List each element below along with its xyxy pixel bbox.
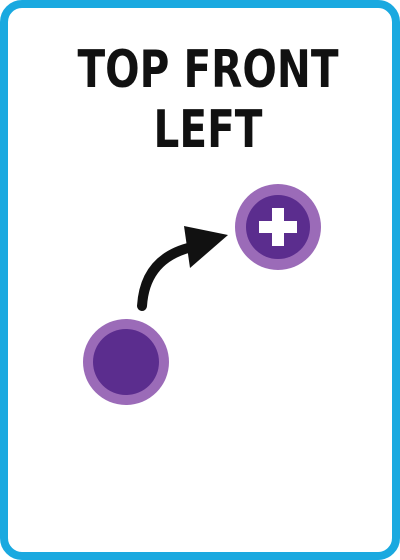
plus-vertical <box>272 208 284 246</box>
start-token-core <box>93 329 159 395</box>
plus-token-icon <box>235 184 321 270</box>
curved-arrow-icon <box>137 226 228 311</box>
start-token <box>83 319 169 405</box>
movement-diagram <box>83 184 321 405</box>
arrow-head <box>184 226 228 268</box>
arrow-shaft <box>137 242 197 311</box>
